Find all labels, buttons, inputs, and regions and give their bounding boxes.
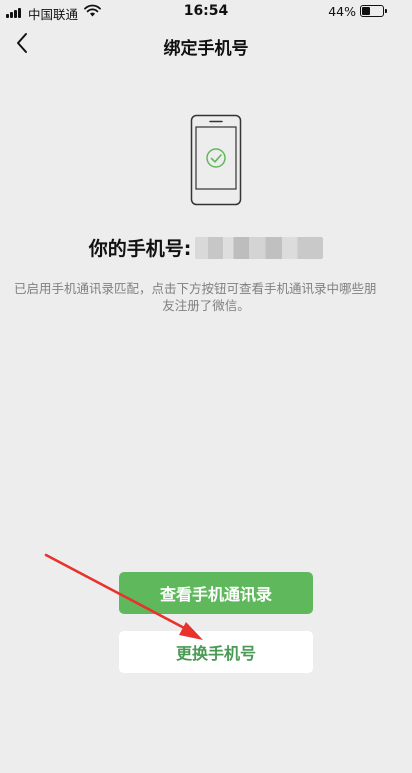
view-contacts-button[interactable]: 查看手机通讯录 (119, 572, 313, 614)
status-bar: 中国联通 16:54 44% (0, 0, 412, 24)
bind-phone-screen: 中国联通 16:54 44% 绑定手机号 你的手机号: 已启用手机通讯录匹配，点… (0, 0, 412, 773)
battery-level (362, 7, 370, 15)
battery-icon (360, 5, 387, 17)
phone-number-row: 你的手机号: (0, 234, 412, 261)
battery-percent: 44% (328, 4, 356, 19)
phone-check-icon (190, 114, 242, 206)
phone-number-masked (195, 236, 324, 259)
description-line-1: 已启用手机通讯录匹配，点击下方按钮可查看手机通讯录中哪些朋 (14, 281, 377, 296)
change-phone-button[interactable]: 更换手机号 (119, 631, 313, 673)
phone-number-label: 你的手机号: (88, 238, 192, 260)
description-line-2: 友注册了微信。 (162, 298, 250, 313)
page-title: 绑定手机号 (163, 39, 249, 59)
